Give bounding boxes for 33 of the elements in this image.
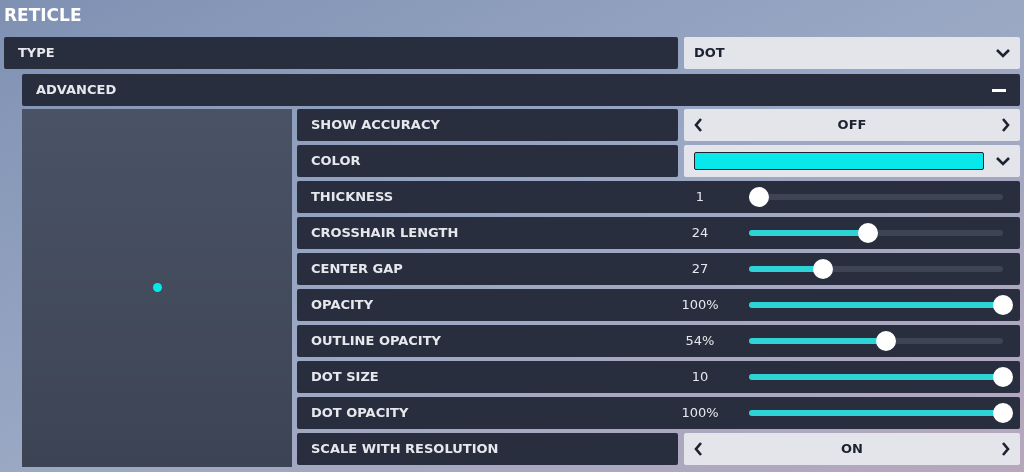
setting-value: 10 [690, 368, 710, 387]
setting-label: CENTER GAP [310, 260, 404, 279]
setting-value: 27 [690, 260, 710, 279]
setting-label: OPACITY [310, 296, 375, 315]
setting-value: 24 [690, 224, 710, 243]
chevron-down-icon [996, 48, 1010, 58]
setting-label: SCALE WITH RESOLUTION [297, 433, 678, 465]
advanced-header[interactable]: ADVANCED [22, 74, 1020, 106]
setting-label: OUTLINE OPACITY [310, 332, 442, 351]
setting-label: DOT SIZE [310, 368, 380, 387]
setting-label: CROSSHAIR LENGTH [310, 224, 460, 243]
setting-label: THICKNESS [310, 188, 395, 207]
setting-label: COLOR [297, 145, 678, 177]
setting-value: 54% [684, 332, 716, 351]
setting-label: TYPE [4, 37, 678, 69]
slider-thumb[interactable] [858, 223, 879, 243]
section-title: RETICLE [4, 4, 83, 27]
setting-label: DOT OPACITY [310, 404, 410, 423]
setting-value: 100% [680, 404, 720, 423]
setting-value: 100% [680, 296, 720, 315]
setting-label: SHOW ACCURACY [297, 109, 678, 141]
option-selector[interactable]: OFF [684, 109, 1020, 141]
option-selector[interactable]: ON [684, 433, 1020, 465]
slider-thumb[interactable] [993, 403, 1013, 423]
type-dropdown[interactable]: DOT [684, 37, 1020, 69]
chevron-down-icon [996, 156, 1010, 166]
slider-thumb[interactable] [812, 259, 833, 279]
slider-thumb[interactable] [993, 367, 1013, 387]
slider-thumb[interactable] [993, 295, 1013, 315]
setting-value: 1 [694, 188, 706, 207]
slider-thumb[interactable] [749, 187, 770, 207]
slider-thumb[interactable] [876, 331, 897, 351]
color-dropdown[interactable] [684, 145, 1020, 177]
